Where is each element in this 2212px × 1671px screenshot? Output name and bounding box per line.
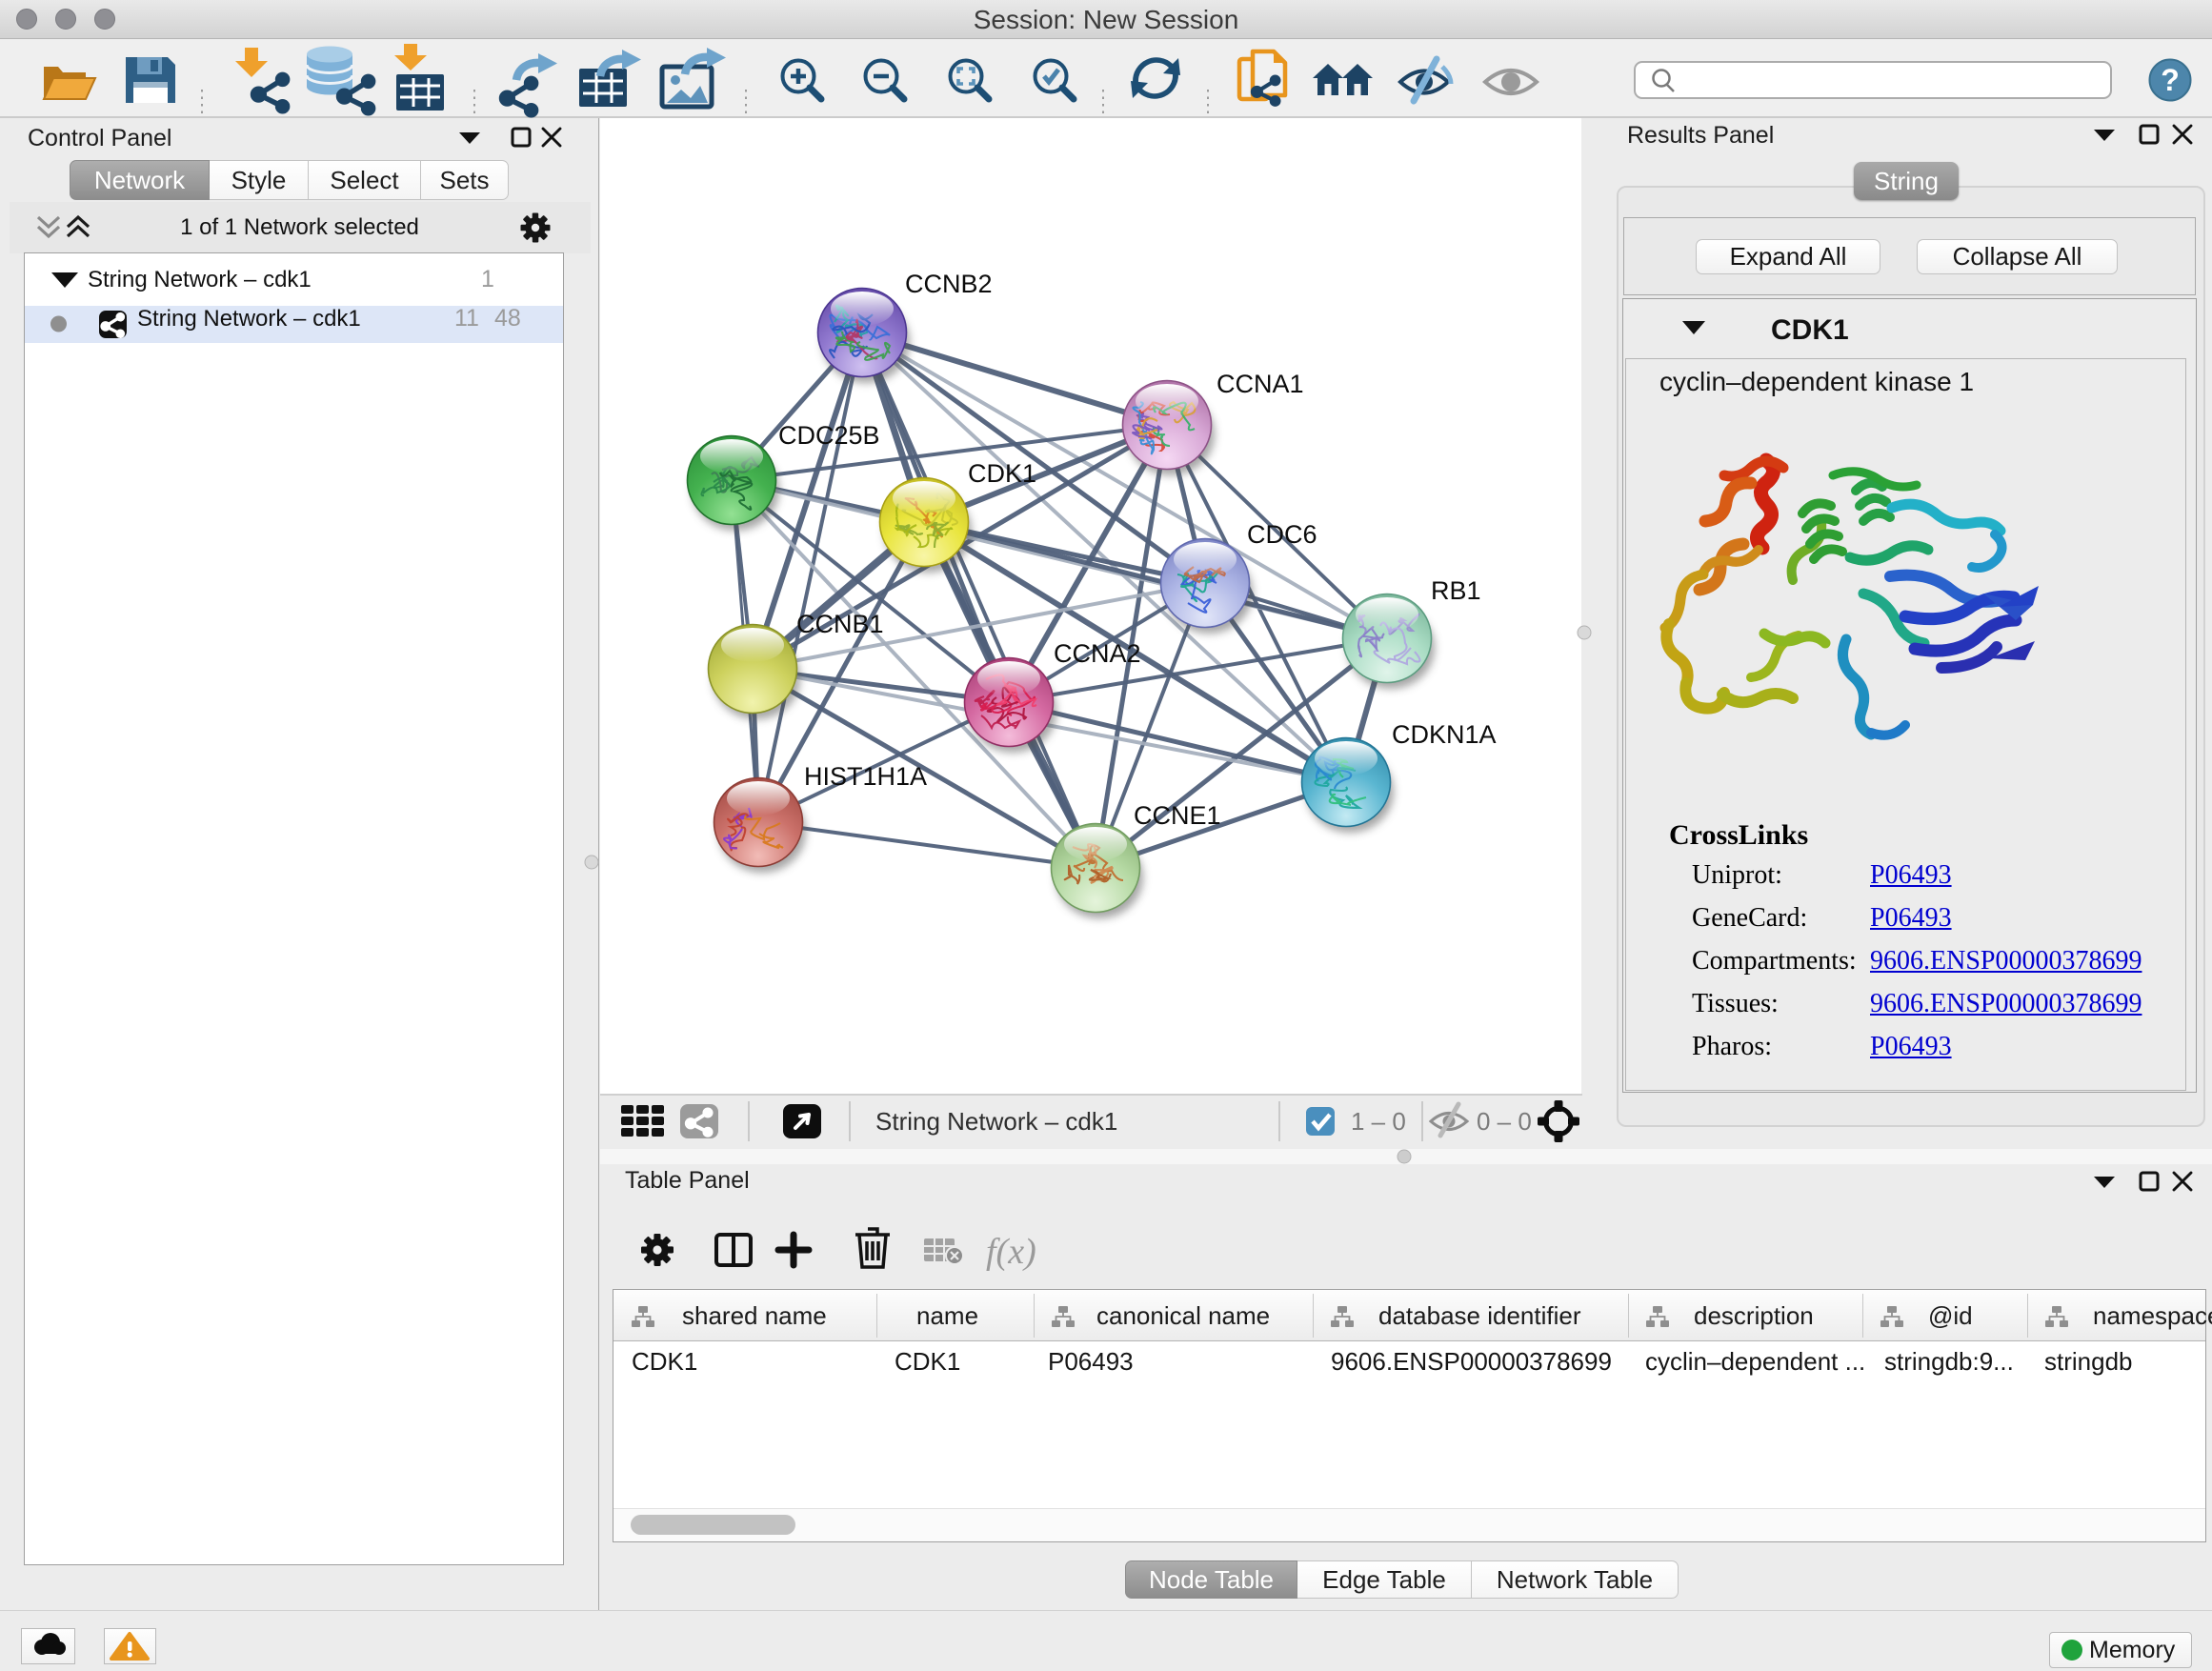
svg-text:CCNA2: CCNA2	[1054, 639, 1141, 668]
svg-text:0 – 0: 0 – 0	[1477, 1107, 1532, 1136]
svg-text:HIST1H1A: HIST1H1A	[804, 762, 927, 791]
svg-text:CDC6: CDC6	[1247, 520, 1317, 549]
svg-text:1 – 0: 1 – 0	[1351, 1107, 1406, 1136]
svg-text:CDKN1A: CDKN1A	[1392, 720, 1497, 749]
svg-text:CDK1: CDK1	[968, 459, 1036, 488]
svg-text:CCNB2: CCNB2	[905, 270, 993, 298]
svg-text:?: ?	[2161, 63, 2180, 97]
svg-text:CCNE1: CCNE1	[1134, 801, 1221, 830]
svg-text:CCNA1: CCNA1	[1217, 370, 1304, 398]
svg-text:RB1: RB1	[1431, 576, 1481, 605]
svg-text:f(x): f(x)	[986, 1232, 1036, 1272]
svg-text:String Network – cdk1: String Network – cdk1	[875, 1107, 1117, 1136]
svg-text:CDC25B: CDC25B	[778, 421, 880, 450]
svg-text:CCNB1: CCNB1	[796, 610, 884, 638]
